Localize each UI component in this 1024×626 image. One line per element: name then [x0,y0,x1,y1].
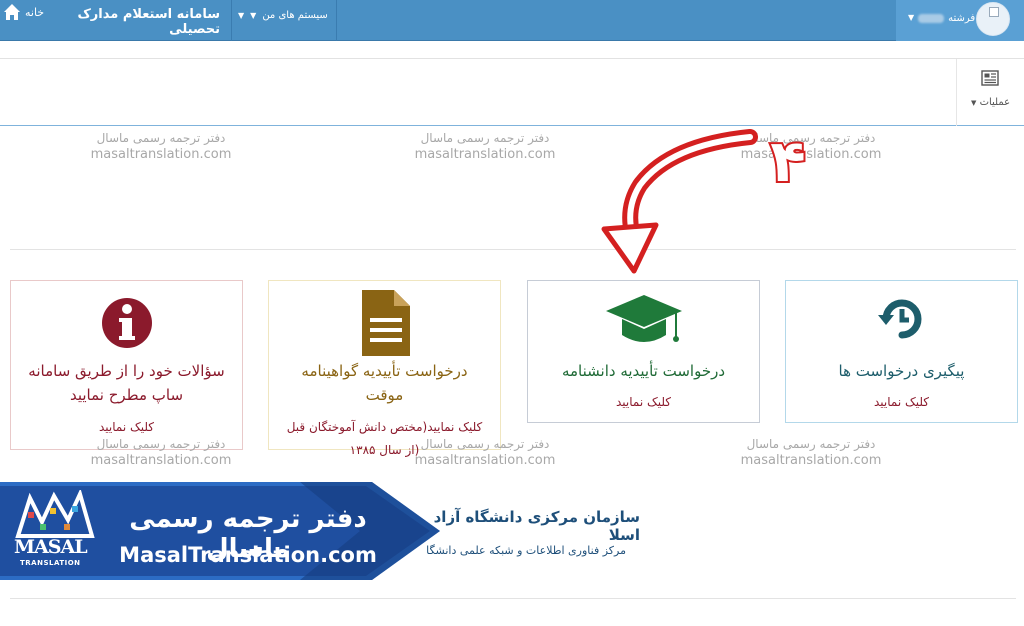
watermark-en: masaltranslation.com [740,453,882,468]
watermark-en: masaltranslation.com [90,147,232,162]
top-nav-bar: خانه سامانه استعلام مدارک تحصیلی ▼ ▼ سیس… [0,0,1024,41]
avatar[interactable] [976,2,1010,36]
arrow-step-number: ۴ [770,127,805,195]
logo-text: MASAL [14,536,88,558]
watermark-fa: دفتر ترجمه رسمی ماسال [420,437,550,451]
watermark: دفتر ترجمه رسمی ماسال masaltranslation.c… [410,131,560,162]
click-link[interactable]: کلیک نمایید [528,391,759,413]
info-icon [102,298,152,348]
document-icon [362,290,410,356]
card-title: پیگیری درخواست ها [838,362,965,380]
card-title-line2: ساپ مطرح نمایید [69,386,184,404]
degree-confirmation-card[interactable]: درخواست تأییدیه دانشنامه کلیک نمایید [527,280,760,423]
temporary-certificate-card[interactable]: درخواست تأییدیه گواهینامه موقت کلیک نمای… [268,280,501,457]
watermark-en: masaltranslation.com [414,453,556,468]
history-icon [878,299,922,339]
watermark-fa: دفتر ترجمه رسمی ماسال [420,131,550,145]
logo-subtext: TRANSLATION [20,559,81,567]
annotation-arrow: ۴ [601,125,808,274]
chevron-down-icon: ▼ [250,11,257,20]
banner-title-en: MasalTranslation.com [119,543,377,567]
watermark: دفتر ترجمه رسمی ماسال masaltranslation.c… [736,437,886,468]
card-title: درخواست تأییدیه دانشنامه [561,362,726,380]
nav-divider [336,0,337,41]
card-title-line2: موقت [365,386,404,404]
operations-label: ▼ عملیات [971,97,1011,108]
chevron-down-icon: ▼ [971,99,977,107]
user-menu[interactable]: ▼ فرشته [896,0,1024,41]
home-link[interactable]: خانه [25,6,44,19]
watermark: دفتر ترجمه رسمی ماسال masaltranslation.c… [86,437,236,468]
card-title-line1: درخواست تأییدیه گواهینامه [301,362,468,380]
watermark: دفتر ترجمه رسمی ماسال masaltranslation.c… [410,437,560,468]
watermark-en: masaltranslation.com [90,453,232,468]
track-requests-card[interactable]: پیگیری درخواست ها کلیک نمایید [785,280,1018,423]
toolbar: ▼ عملیات [0,58,1024,126]
graduation-cap-icon [606,295,682,342]
questions-card[interactable]: سؤالات خود را از طریق سامانه ساپ مطرح نم… [10,280,243,450]
card-title-line1: سؤالات خود را از طریق سامانه [28,362,225,380]
operations-button[interactable]: ▼ عملیات [956,59,1024,126]
nav-divider [231,0,232,41]
watermark-en: masaltranslation.com [414,147,556,162]
click-link[interactable]: کلیک نمایید [786,391,1017,413]
my-systems-menu[interactable]: ▼ ▼ سیستم های من [238,10,328,21]
watermark-fa: دفتر ترجمه رسمی ماسال [96,437,226,451]
newspaper-icon [981,70,999,86]
click-link[interactable]: کلیک نمایید(مختص دانش آموختگان قبل [269,416,500,438]
home-icon[interactable] [3,3,21,21]
divider [10,249,1016,250]
system-title[interactable]: سامانه استعلام مدارک تحصیلی [50,7,220,37]
chevron-down-icon: ▼ [908,13,915,22]
watermark: دفتر ترجمه رسمی ماسال masaltranslation.c… [86,131,236,162]
watermark-fa: دفتر ترجمه رسمی ماسال [746,437,876,451]
divider [10,598,1016,599]
user-name: فرشته [948,13,976,24]
broken-image-icon [989,7,999,17]
watermark-fa: دفتر ترجمه رسمی ماسال [96,131,226,145]
blurred-username [918,14,945,23]
click-link[interactable]: کلیک نمایید [11,416,242,438]
chevron-down-icon: ▼ [238,11,245,20]
my-systems-label: سیستم های من [262,10,328,21]
